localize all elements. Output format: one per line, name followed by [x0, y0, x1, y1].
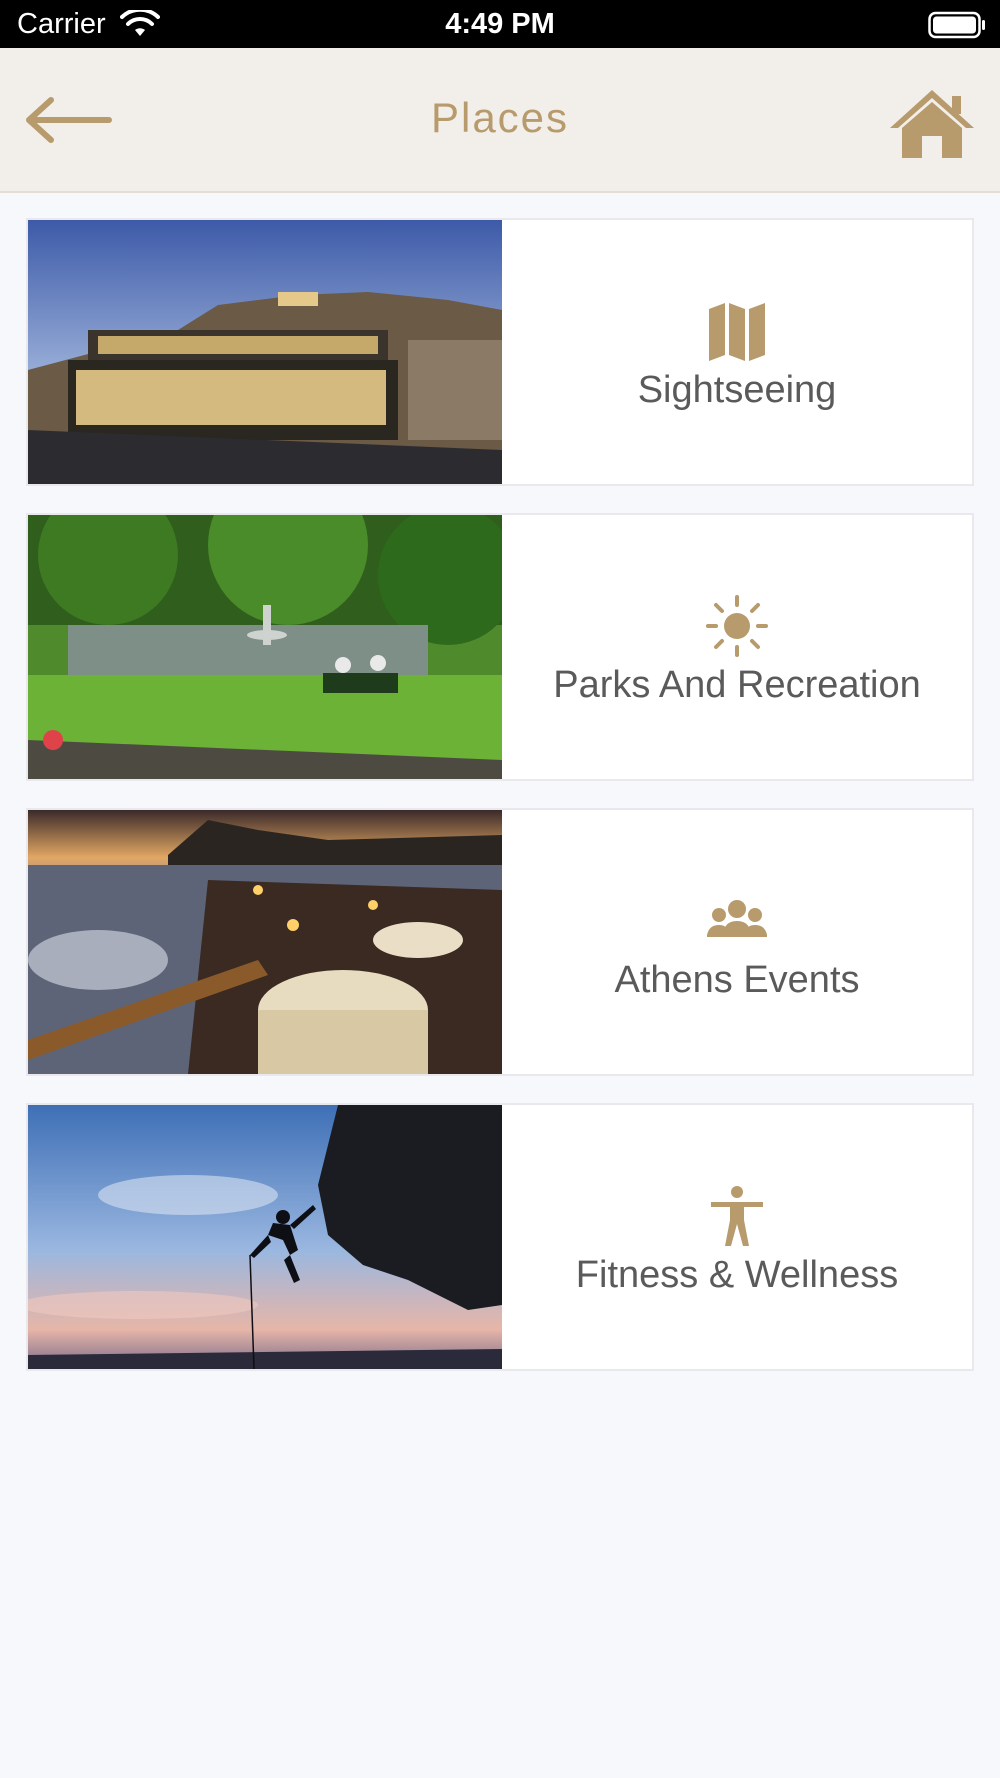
home-button[interactable]	[884, 84, 980, 164]
person-stretch-icon	[711, 1186, 763, 1246]
battery-icon	[928, 11, 985, 39]
nav-bar: Places	[0, 48, 1000, 193]
fitness-image	[28, 1105, 502, 1369]
home-icon	[890, 90, 974, 158]
clock-label: 4:49 PM	[445, 8, 555, 40]
card-fitness-and-wellness[interactable]: Fitness & Wellness	[26, 1103, 974, 1371]
map-icon	[709, 303, 765, 361]
card-label: Fitness & Wellness	[575, 1254, 899, 1296]
card-sightseeing[interactable]: Sightseeing	[26, 218, 974, 486]
card-parks-and-recreation[interactable]: Parks And Recreation	[26, 513, 974, 781]
card-label: Parks And Recreation	[553, 664, 921, 706]
status-bar: Carrier 4:49 PM	[0, 0, 1000, 48]
sun-icon	[706, 595, 768, 657]
card-label: Athens Events	[614, 959, 860, 1001]
page-title: Places	[430, 94, 570, 141]
people-icon	[707, 900, 767, 937]
events-image	[28, 810, 502, 1074]
parks-image	[28, 515, 502, 779]
card-label: Sightseeing	[637, 369, 837, 411]
card-athens-events[interactable]: Athens Events	[26, 808, 974, 1076]
sightseeing-image	[28, 220, 502, 484]
places-list: Sightseeing Parks And Recreation Athens …	[26, 218, 974, 1398]
